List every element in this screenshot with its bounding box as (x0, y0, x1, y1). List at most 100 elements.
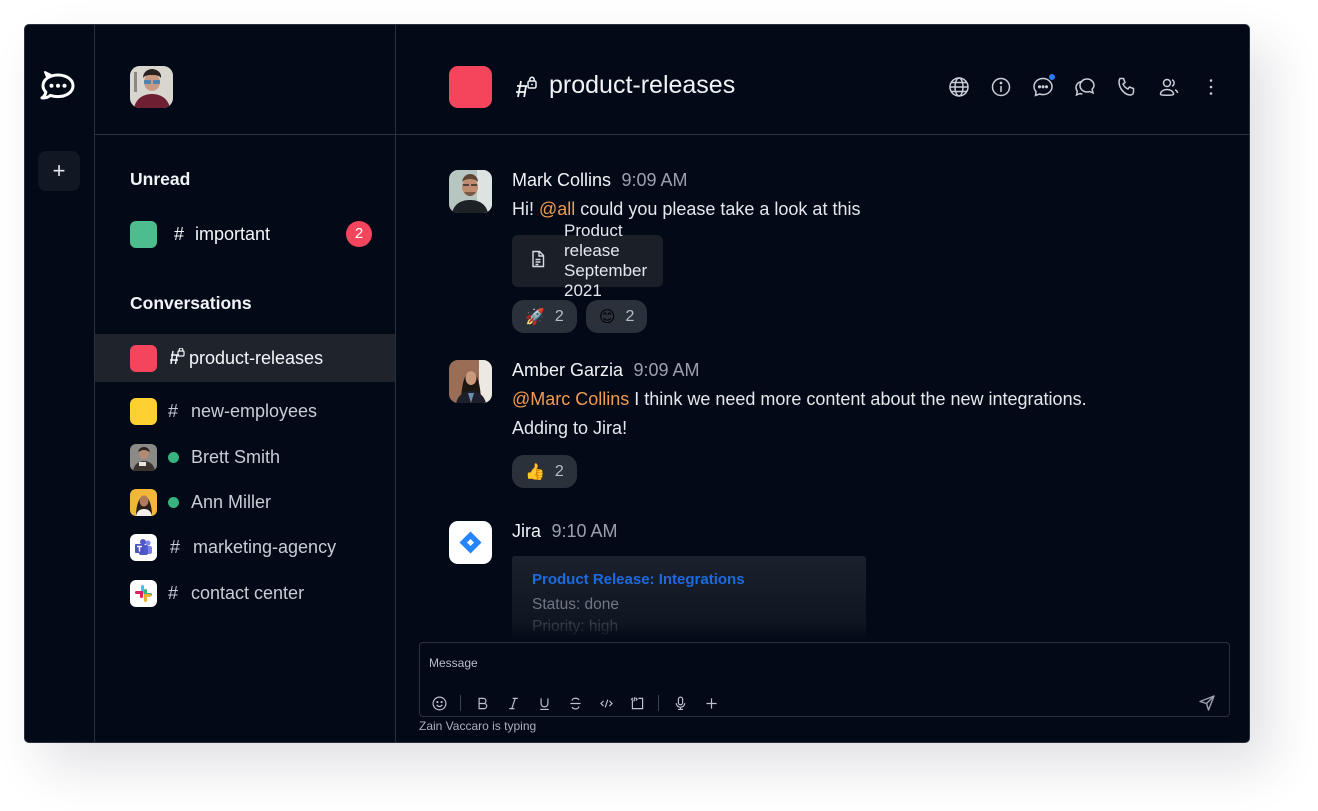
reaction-list: 👍 2 (512, 455, 577, 488)
add-icon[interactable] (701, 693, 721, 713)
mention-link[interactable]: @all (539, 199, 575, 219)
message-input[interactable] (429, 652, 1189, 674)
emoji-icon[interactable] (429, 693, 449, 713)
discussions-icon[interactable] (1073, 75, 1097, 99)
main-panel: product-releases Mark Collins 9:09 AM Hi… (396, 25, 1249, 742)
slack-icon (130, 579, 157, 607)
message-header: Amber Garzia 9:09 AM (512, 360, 700, 381)
rocketchat-logo-icon[interactable] (39, 69, 77, 105)
timestamp: 9:09 AM (633, 360, 700, 380)
sidebar-item-contact-center[interactable]: # contact center (95, 569, 395, 617)
timestamp: 9:09 AM (621, 170, 688, 190)
globe-icon[interactable] (947, 75, 971, 99)
sidebar-item-brett-smith[interactable]: Brett Smith (95, 433, 395, 481)
reaction-count: 2 (625, 307, 635, 325)
room-label: marketing-agency (193, 536, 337, 557)
room-avatar (130, 344, 157, 372)
room-header: product-releases (396, 25, 1249, 135)
send-icon[interactable] (1197, 693, 1217, 713)
user-avatar[interactable] (449, 360, 492, 403)
jira-icon[interactable] (449, 521, 492, 564)
message-text: could you please take a look at this (575, 199, 861, 219)
room-title: product-releases (549, 71, 736, 99)
private-channel-icon (514, 75, 538, 99)
reaction-count: 2 (554, 307, 564, 325)
italic-icon[interactable] (503, 693, 523, 713)
sidebar-item-marketing-agency[interactable]: # marketing-agency (95, 523, 395, 571)
section-title-conversations: Conversations (130, 293, 252, 313)
threads-icon[interactable] (1031, 73, 1056, 99)
message-list: Mark Collins 9:09 AM Hi! @all could you … (396, 136, 1249, 641)
reaction-list: 🚀 2 😊 2 (512, 300, 648, 333)
message-text: Hi! (512, 199, 539, 219)
room-avatar (130, 397, 157, 425)
code-block-icon[interactable] (627, 693, 647, 713)
user-avatar (130, 488, 157, 516)
room-avatar (130, 220, 157, 248)
channel-avatar (449, 66, 492, 108)
typing-indicator: Zain Vaccaro is typing (419, 719, 537, 733)
timestamp: 9:10 AM (551, 521, 618, 541)
issue-status: Status: done (532, 596, 620, 613)
message-text-line2: Adding to Jira! (512, 418, 628, 438)
sidebar-item-new-employees[interactable]: # new-employees (95, 387, 395, 435)
header-actions (947, 73, 1223, 99)
underline-icon[interactable] (534, 693, 554, 713)
user-avatar (130, 443, 157, 471)
toolbar-divider (460, 695, 461, 711)
author-name[interactable]: Amber Garzia (512, 360, 623, 380)
issue-title-link[interactable]: Product Release: Integrations (532, 571, 846, 588)
sidebar-item-ann-miller[interactable]: Ann Miller (95, 478, 395, 526)
scroll-fade (396, 623, 1249, 641)
toolbar-divider (658, 695, 659, 711)
create-new-button[interactable]: + (38, 151, 80, 191)
info-icon[interactable] (989, 75, 1013, 99)
author-name[interactable]: Mark Collins (512, 170, 611, 190)
bold-icon[interactable] (472, 693, 492, 713)
message-text: I think we need more content about the n… (629, 389, 1087, 409)
reaction-count: 2 (554, 462, 564, 480)
composer-toolbar (429, 693, 721, 713)
room-label: important (195, 223, 271, 244)
phone-icon[interactable] (1115, 75, 1139, 99)
author-name[interactable]: Jira (512, 521, 541, 541)
notification-dot (1048, 73, 1056, 81)
app-window: + Unread # important 2 Conversations pro… (24, 24, 1250, 743)
unread-badge: 2 (346, 221, 372, 247)
online-status-icon (168, 496, 179, 508)
message-composer (419, 642, 1230, 717)
sidebar-item-important[interactable]: # important 2 (95, 210, 395, 258)
hash-icon: # (174, 223, 185, 244)
inline-code-icon[interactable] (596, 693, 616, 713)
room-label: new-employees (191, 400, 318, 421)
microphone-icon[interactable] (670, 693, 690, 713)
attachment-name: Product release September 2021 (564, 221, 648, 300)
reaction-thumbs-up[interactable]: 👍 2 (512, 455, 577, 488)
private-channel-icon (167, 347, 185, 371)
sidebar-item-product-releases[interactable]: product-releases (95, 334, 395, 382)
thumbs-up-icon: 👍 (525, 463, 545, 481)
sidebar-header (95, 25, 395, 135)
mention-link[interactable]: @Marc Collins (512, 389, 629, 409)
message-body: @Marc Collins I think we need more conte… (512, 384, 1087, 414)
teams-icon (130, 533, 157, 561)
kebab-icon[interactable] (1199, 75, 1223, 99)
hash-icon: # (168, 582, 179, 603)
message-header: Mark Collins 9:09 AM (512, 170, 688, 191)
strikethrough-icon[interactable] (565, 693, 585, 713)
room-label: Brett Smith (191, 446, 281, 467)
user-avatar[interactable] (449, 170, 492, 213)
message-body: Hi! @all could you please take a look at… (512, 194, 860, 224)
room-label: product-releases (189, 347, 324, 368)
online-status-icon (168, 451, 179, 463)
members-icon[interactable] (1157, 75, 1181, 99)
room-label: Ann Miller (191, 491, 272, 512)
rocket-icon: 🚀 (525, 308, 545, 326)
smile-icon: 😊 (598, 308, 616, 326)
nav-rail: + (25, 25, 95, 742)
user-avatar[interactable] (130, 66, 173, 108)
reaction-rocket[interactable]: 🚀 2 (512, 300, 577, 333)
file-icon (528, 249, 548, 274)
reaction-smile[interactable]: 😊 2 (585, 300, 648, 333)
file-attachment[interactable]: Product release September 2021 (512, 221, 664, 300)
